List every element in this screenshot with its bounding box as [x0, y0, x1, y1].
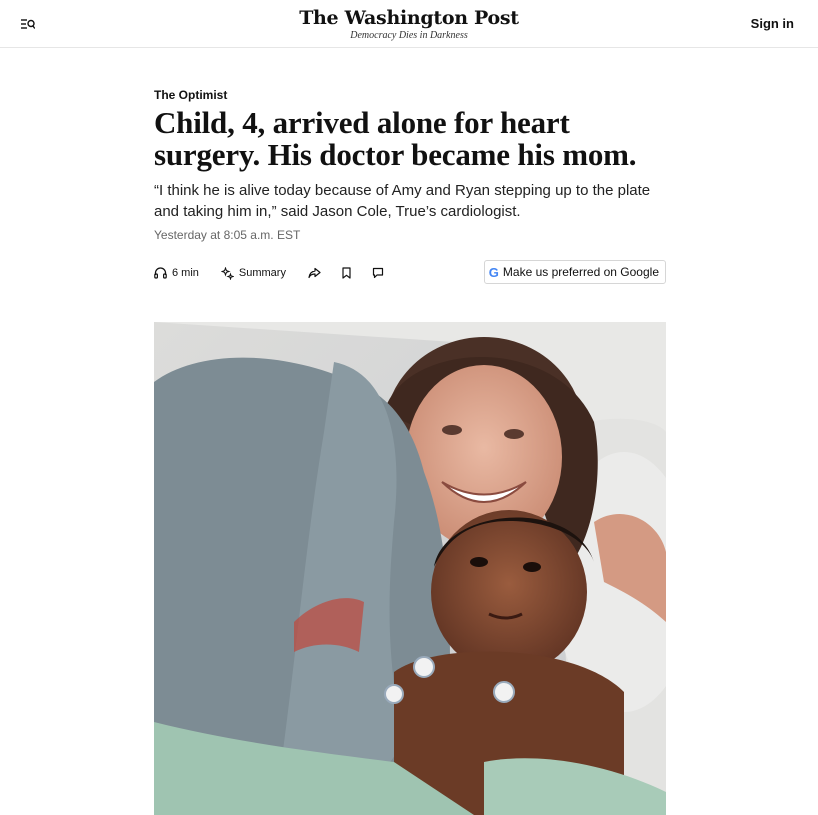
sparkle-icon — [220, 266, 234, 280]
summary-button[interactable]: Summary — [220, 266, 286, 280]
headphones-icon — [154, 267, 167, 279]
site-logo[interactable]: The Washington Post — [299, 7, 519, 29]
article-toolbar: 6 min Summary G Make us preferred on Goo… — [154, 260, 666, 286]
article-header: The Optimist Child, 4, arrived alone for… — [154, 88, 666, 286]
listen-button[interactable]: 6 min — [154, 267, 199, 279]
bookmark-icon[interactable] — [341, 267, 352, 279]
read-time: 6 min — [172, 267, 199, 279]
article-dek: “I think he is alive today because of Am… — [154, 182, 651, 220]
google-g-icon: G — [488, 264, 499, 280]
masthead: The Washington Post Democracy Dies in Da… — [0, 7, 818, 41]
article-headline: Child, 4, arrived alone for heart surger… — [154, 105, 637, 172]
google-preferred-label: Make us preferred on Google — [502, 265, 659, 279]
share-icon[interactable] — [308, 267, 321, 279]
top-navigation-bar: The Washington Post Democracy Dies in Da… — [0, 0, 818, 48]
sign-in-link[interactable]: Sign in — [751, 16, 794, 31]
article-lead-photo[interactable] — [154, 322, 666, 815]
article-kicker[interactable]: The Optimist — [154, 88, 666, 102]
summary-label: Summary — [238, 267, 286, 279]
site-tagline: Democracy Dies in Darkness — [350, 30, 468, 41]
comment-icon[interactable] — [372, 267, 384, 279]
article-timestamp: Yesterday at 8:05 a.m. EST — [154, 228, 301, 242]
google-preferred-button[interactable]: G Make us preferred on Google — [483, 260, 666, 284]
